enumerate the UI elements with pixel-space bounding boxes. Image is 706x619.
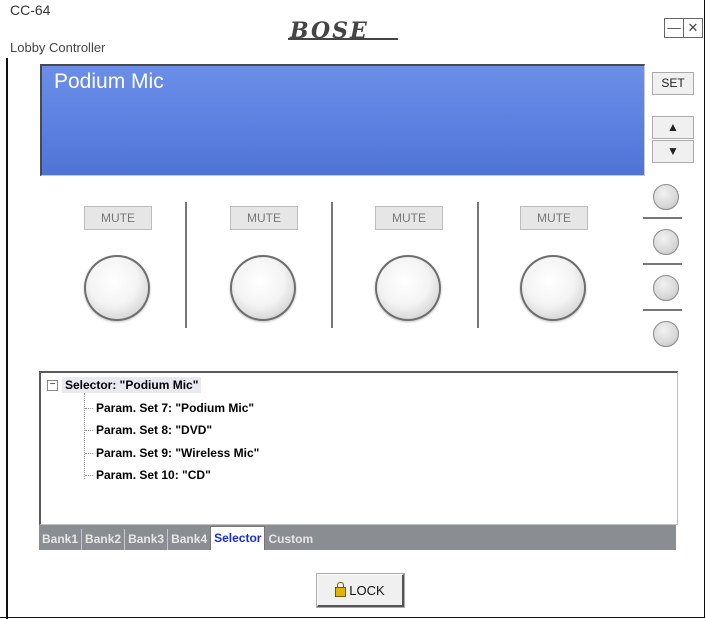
tree-child-param-set-10[interactable]: Param. Set 10: "CD"	[85, 466, 211, 484]
display-text: Podium Mic	[54, 70, 164, 93]
lock-button[interactable]: LOCK	[317, 574, 404, 607]
controller-name: Lobby Controller	[10, 40, 106, 55]
tab-custom[interactable]: Custom	[265, 529, 316, 550]
led-separator	[643, 217, 682, 219]
indicator-led-2	[653, 229, 679, 255]
bank-tab-bar: Bank1 Bank2 Bank3 Bank4 Selector Custom	[39, 525, 676, 550]
lock-label: LOCK	[349, 582, 385, 598]
close-button[interactable]: ✕	[683, 18, 703, 38]
tab-bank1[interactable]: Bank1	[39, 529, 83, 550]
tree-child-param-set-7[interactable]: Param. Set 7: "Podium Mic"	[85, 399, 254, 417]
tree-child-label[interactable]: Param. Set 7: "Podium Mic"	[96, 401, 254, 415]
tab-bank2[interactable]: Bank2	[82, 529, 126, 550]
channel-divider	[477, 202, 479, 328]
channel-divider	[185, 202, 187, 328]
channel-divider	[331, 202, 333, 328]
level-knob-1[interactable]	[84, 255, 150, 321]
mute-button-2[interactable]: MUTE	[230, 206, 298, 230]
level-knob-3[interactable]	[375, 255, 441, 321]
device-model: CC-64	[10, 2, 51, 18]
down-arrow-button[interactable]: ▼	[652, 140, 694, 163]
led-separator	[643, 309, 682, 311]
tree-child-label[interactable]: Param. Set 8: "DVD"	[96, 423, 212, 437]
mute-button-4[interactable]: MUTE	[520, 206, 588, 230]
up-arrow-button[interactable]: ▲	[652, 116, 694, 139]
indicator-led-4	[653, 321, 679, 347]
indicator-led-1	[653, 184, 679, 210]
minimize-button[interactable]: —	[664, 18, 684, 38]
tree-root-label[interactable]: Selector: "Podium Mic"	[62, 377, 202, 393]
level-knob-4[interactable]	[520, 255, 586, 321]
tab-bank3[interactable]: Bank3	[125, 529, 169, 550]
led-separator	[643, 263, 682, 265]
tab-selector[interactable]: Selector	[210, 526, 266, 550]
set-button[interactable]: SET	[652, 72, 694, 95]
tree-child-label[interactable]: Param. Set 10: "CD"	[96, 468, 211, 482]
mute-button-1[interactable]: MUTE	[84, 206, 152, 230]
logo-underline	[288, 38, 398, 40]
tab-bank4[interactable]: Bank4	[168, 529, 210, 550]
lock-icon	[335, 582, 347, 597]
collapse-toggle[interactable]: −	[47, 379, 58, 391]
tree-root-node[interactable]: − Selector: "Podium Mic"	[47, 376, 202, 394]
level-knob-2[interactable]	[230, 255, 296, 321]
tree-child-param-set-9[interactable]: Param. Set 9: "Wireless Mic"	[85, 444, 259, 462]
indicator-led-3	[653, 275, 679, 301]
bose-logo: BOSE	[290, 18, 369, 44]
lcd-display: Podium Mic	[40, 64, 645, 176]
tree-child-label[interactable]: Param. Set 9: "Wireless Mic"	[96, 446, 259, 460]
tree-child-param-set-8[interactable]: Param. Set 8: "DVD"	[85, 421, 212, 439]
mute-button-3[interactable]: MUTE	[375, 206, 443, 230]
window-left-edge	[6, 58, 8, 619]
